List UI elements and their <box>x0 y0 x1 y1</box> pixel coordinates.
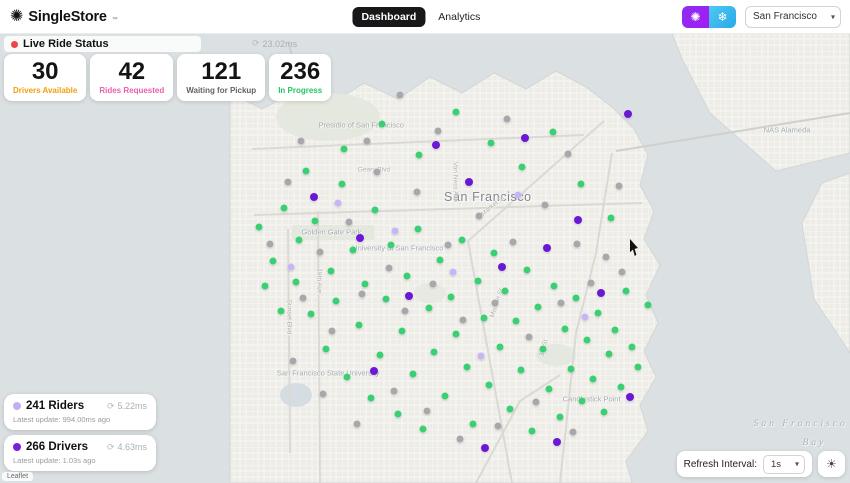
stat-value: 121 <box>201 58 242 85</box>
drivers-latency-value: 4.63ms <box>117 442 147 452</box>
map-attribution[interactable]: Leaflet <box>2 472 34 481</box>
singlestore-toggle-button[interactable]: ✺ <box>682 5 709 28</box>
drivers-card: 266 Drivers ⟳ 4.63ms Latest update: 1.03… <box>4 435 156 471</box>
drivers-update-text: Latest update: 1.03s ago <box>13 456 96 465</box>
map-latency-value: 23.02ms <box>262 38 298 49</box>
refresh-interval-select[interactable]: 1s <box>763 455 805 474</box>
stat-value: 30 <box>31 58 59 85</box>
theme-toggle-button[interactable]: ☀ <box>818 451 845 477</box>
riders-latency-chip: ⟳ 5.22ms <box>107 401 147 412</box>
live-status-bar: Live Ride Status <box>4 36 201 52</box>
map-latency-chip: ⟳ 23.02ms <box>252 38 297 49</box>
trademark-mark: ™ <box>111 16 118 23</box>
refresh-interval-wrap: 1s <box>763 454 805 474</box>
brand-name: SingleStore <box>28 8 107 25</box>
live-status-title: Live Ride Status <box>23 38 109 50</box>
header-right: ✺ ❄ San Francisco <box>682 5 850 28</box>
stat-card-2: 121 Waiting for Pickup <box>177 54 266 102</box>
drivers-count: 266 Drivers <box>26 441 89 453</box>
stat-label: Drivers Available <box>13 86 78 96</box>
stat-value: 236 <box>280 58 321 85</box>
snowflake-toggle-button[interactable]: ❄ <box>709 5 736 28</box>
stat-label: Waiting for Pickup <box>186 86 257 96</box>
riders-count: 241 Riders <box>26 400 85 412</box>
city-select[interactable]: San Francisco <box>745 5 841 28</box>
tab-analytics[interactable]: Analytics <box>429 7 489 27</box>
riders-latency-value: 5.22ms <box>117 401 147 411</box>
driver-legend-dot <box>13 443 21 451</box>
rider-legend-dot <box>13 402 21 410</box>
app-root: ✺ SingleStore ™ Dashboard Analytics ✺ ❄ S… <box>0 0 850 483</box>
live-indicator-dot <box>11 40 18 48</box>
stat-label: In Progress <box>278 86 323 96</box>
refresh-icon: ⟳ <box>106 400 115 411</box>
singlestore-icon: ✺ <box>690 9 701 24</box>
stat-card-0: 30 Drivers Available <box>4 54 87 102</box>
refresh-icon: ⟳ <box>106 441 115 452</box>
singlestore-logo-icon: ✺ <box>10 7 24 25</box>
stat-card-1: 42 Rides Requested <box>90 54 174 102</box>
map-canvas[interactable]: San Francisco Presidio of San Francisco Go… <box>0 33 850 483</box>
stat-label: Rides Requested <box>99 86 165 96</box>
riders-card: 241 Riders ⟳ 5.22ms Latest update: 994.0… <box>4 394 156 430</box>
top-bar: ✺ SingleStore ™ Dashboard Analytics ✺ ❄ S… <box>0 0 850 34</box>
drivers-latency-chip: ⟳ 4.63ms <box>107 442 147 453</box>
tab-dashboard[interactable]: Dashboard <box>352 6 426 27</box>
snowflake-icon: ❄ <box>717 9 728 24</box>
nav-tabs: Dashboard Analytics <box>352 0 489 33</box>
stats-row: 30 Drivers Available 42 Rides Requested 121 W… <box>4 54 332 102</box>
brand: ✺ SingleStore ™ <box>0 7 118 25</box>
sun-icon: ☀ <box>826 457 837 471</box>
database-toggle-group: ✺ ❄ <box>682 5 736 28</box>
city-select-wrap: San Francisco <box>745 5 841 28</box>
riders-update-text: Latest update: 994.00ms ago <box>13 415 111 424</box>
refresh-interval-label: Refresh Interval: <box>683 458 757 470</box>
refresh-interval-bar: Refresh Interval: 1s <box>676 451 812 477</box>
stat-value: 42 <box>118 58 146 85</box>
stat-card-3: 236 In Progress <box>269 54 332 102</box>
refresh-icon: ⟳ <box>252 38 260 48</box>
